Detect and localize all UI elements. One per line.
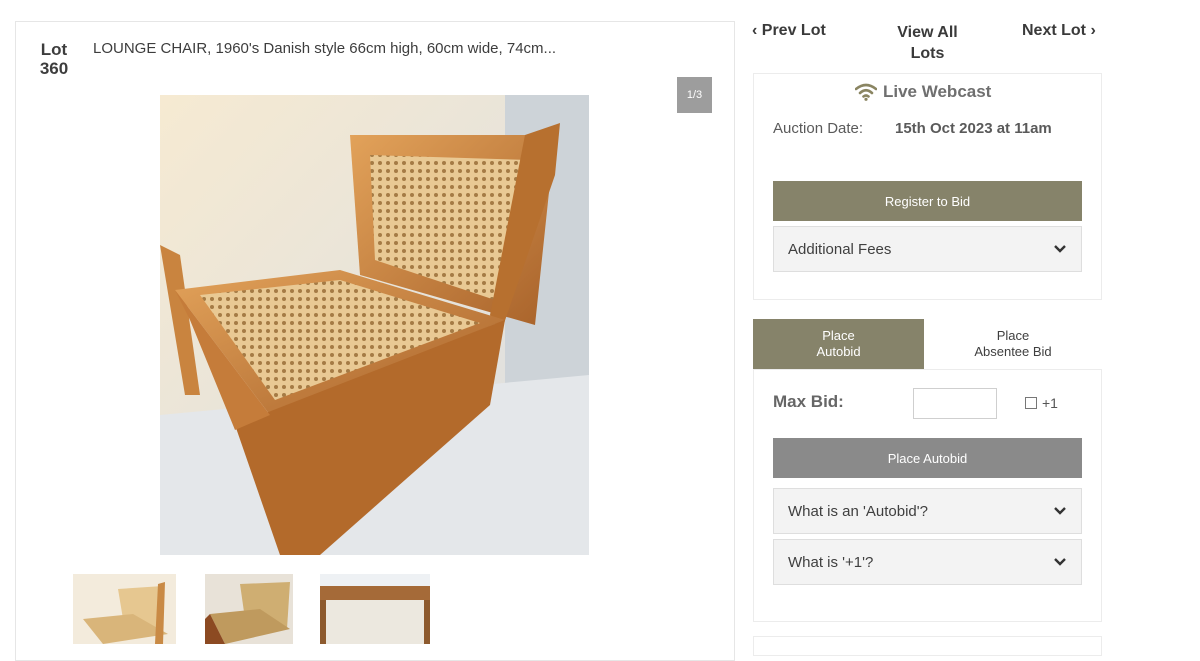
tab-absentee-line2: Absentee Bid bbox=[974, 344, 1052, 359]
what-is-autobid-accordion[interactable]: What is an 'Autobid'? bbox=[773, 488, 1082, 534]
chevron-down-icon bbox=[1054, 245, 1066, 253]
image-counter-badge: 1/3 bbox=[677, 77, 712, 113]
chevron-left-icon: ‹ bbox=[752, 22, 758, 39]
additional-fees-label: Additional Fees bbox=[788, 240, 892, 258]
chevron-down-icon bbox=[1054, 507, 1066, 515]
tab-place-autobid[interactable]: Place Autobid bbox=[753, 319, 924, 369]
what-is-plus-one-accordion[interactable]: What is '+1'? bbox=[773, 539, 1082, 585]
plus-one-checkbox[interactable] bbox=[1025, 397, 1037, 409]
place-autobid-button[interactable]: Place Autobid bbox=[773, 438, 1082, 478]
chevron-right-icon: › bbox=[1090, 22, 1096, 39]
max-bid-input[interactable] bbox=[913, 388, 997, 419]
lot-label: Lot bbox=[40, 40, 68, 59]
auction-date-value: 15th Oct 2023 at 11am bbox=[895, 120, 1052, 137]
tab-absentee-line1: Place bbox=[996, 328, 1030, 343]
view-all-label-line1: View All bbox=[897, 24, 958, 41]
wifi-icon bbox=[855, 83, 877, 101]
prev-lot-link[interactable]: ‹ Prev Lot bbox=[752, 22, 826, 40]
plus-one-option[interactable]: +1 bbox=[1025, 395, 1058, 411]
view-all-label-line2: Lots bbox=[910, 45, 945, 62]
lot-title: LOUNGE CHAIR, 1960's Danish style 66cm h… bbox=[93, 40, 557, 57]
prev-lot-label: Prev Lot bbox=[761, 22, 826, 39]
tab-autobid-line2: Autobid bbox=[816, 344, 861, 359]
next-lot-link[interactable]: Next Lot › bbox=[1022, 22, 1096, 40]
register-to-bid-button[interactable]: Register to Bid bbox=[773, 181, 1082, 221]
tab-autobid-line1: Place bbox=[822, 328, 855, 343]
lot-number: Lot 360 bbox=[34, 40, 74, 78]
what-is-plus-one-label: What is '+1'? bbox=[788, 553, 874, 571]
plus-one-label: +1 bbox=[1042, 395, 1058, 411]
thumbnail-2[interactable] bbox=[205, 574, 293, 644]
additional-fees-accordion[interactable]: Additional Fees bbox=[773, 226, 1082, 272]
auction-date-label: Auction Date: bbox=[773, 120, 864, 137]
max-bid-label: Max Bid: bbox=[773, 392, 844, 411]
main-lot-image[interactable] bbox=[160, 95, 589, 555]
thumbnail-3[interactable] bbox=[320, 574, 430, 644]
lot-number-value: 360 bbox=[39, 59, 69, 78]
next-lot-label: Next Lot bbox=[1022, 22, 1086, 39]
thumbnail-1[interactable] bbox=[73, 574, 176, 644]
live-webcast-label: Live Webcast bbox=[883, 82, 992, 101]
tab-place-absentee-bid[interactable]: Place Absentee Bid bbox=[924, 319, 1102, 369]
live-webcast-link[interactable]: Live Webcast bbox=[855, 82, 991, 102]
next-panel-edge bbox=[753, 636, 1102, 656]
what-is-autobid-label: What is an 'Autobid'? bbox=[788, 502, 928, 520]
chevron-down-icon bbox=[1054, 558, 1066, 566]
view-all-lots-link[interactable]: View All Lots bbox=[880, 22, 975, 64]
